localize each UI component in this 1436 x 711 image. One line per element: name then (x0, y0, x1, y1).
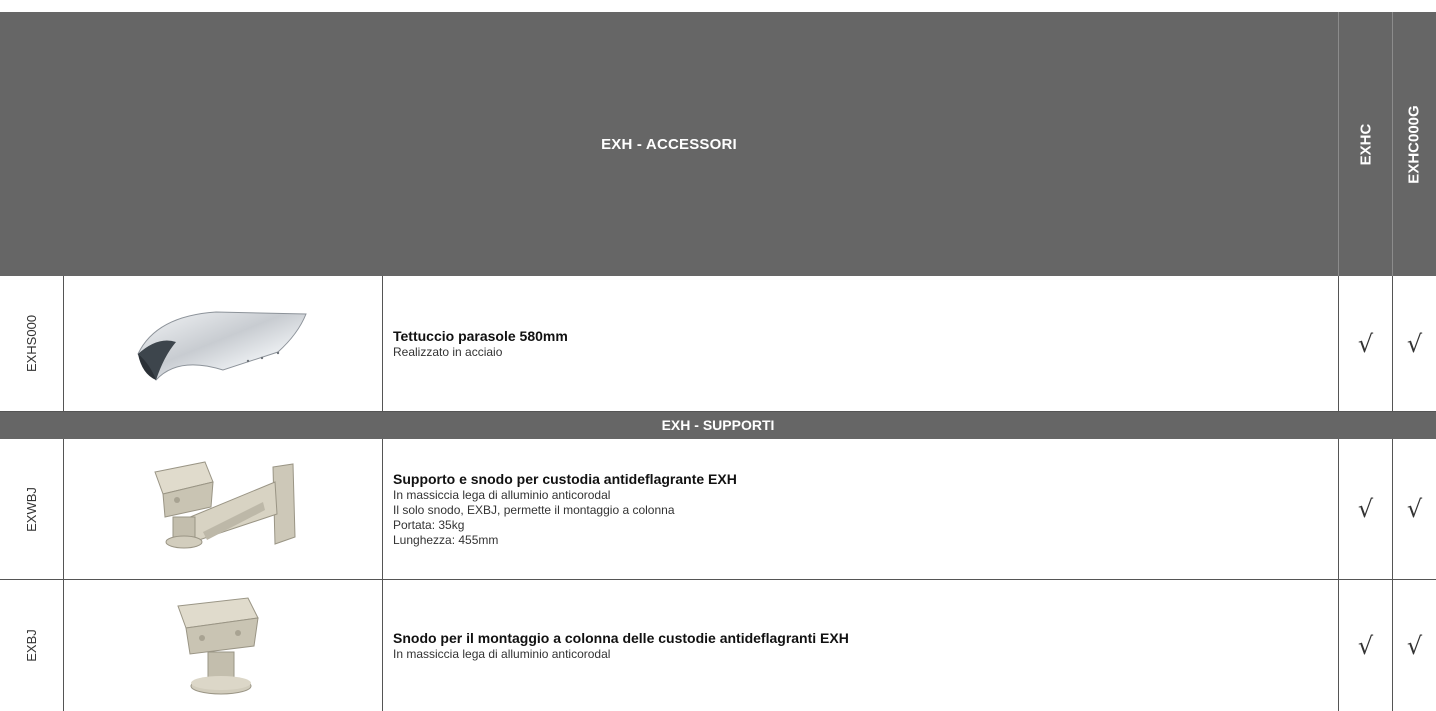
column-header-exhc000g-label: EXHC000G (1406, 104, 1423, 184)
product-detail-line: Realizzato in acciaio (393, 344, 503, 359)
table-row: EXBJ Snodo per il montaggio a colonna de… (0, 580, 1436, 711)
product-detail-line: Il solo snodo, EXBJ, permette il montagg… (393, 502, 675, 517)
check-exhc000g: √ (1406, 495, 1423, 523)
column-divider (1392, 276, 1393, 411)
product-detail-line: In massiccia lega di alluminio anticorod… (393, 487, 611, 502)
sunshield-image (137, 310, 307, 381)
pole-joint-image (177, 597, 259, 695)
row-divider (0, 411, 1436, 412)
row-divider (0, 579, 1436, 580)
column-divider (382, 439, 383, 711)
product-image-cell (64, 580, 382, 711)
product-image-cell (64, 276, 382, 411)
table-header: EXH - ACCESSORI EXHC EXHC000G (0, 12, 1436, 276)
check-exhc000g: √ (1406, 631, 1423, 660)
column-divider (1392, 439, 1393, 711)
product-description: Snodo per il montaggio a colonna delle c… (393, 580, 1333, 711)
accessories-table: EXH - ACCESSORI EXHC EXHC000G EXHS000 Te… (0, 0, 1436, 711)
product-description: Tettuccio parasole 580mm Realizzato in a… (393, 276, 1333, 411)
check-exhc: √ (1357, 495, 1374, 523)
check-exhc: √ (1357, 631, 1374, 660)
column-header-exhc-label: EXHC (1357, 123, 1374, 165)
product-title: Supporto e snodo per custodia antideflag… (393, 470, 737, 487)
product-code: EXBJ (23, 629, 39, 662)
wall-bracket-image (154, 460, 296, 548)
check-exhc: √ (1357, 329, 1374, 358)
column-divider (1338, 276, 1339, 411)
table-row: EXWBJ Supporto e snodo per custodia anti… (0, 439, 1436, 579)
column-header-exhc: EXHC (1339, 12, 1392, 276)
product-detail-line: Lunghezza: 455mm (393, 532, 499, 547)
check-exhc000g: √ (1406, 329, 1423, 358)
product-description: Supporto e snodo per custodia antideflag… (393, 439, 1333, 579)
table-row: EXHS000 Tettuccio parasole 580mm Realizz… (0, 276, 1436, 411)
product-detail-line: In massiccia lega di alluminio anticorod… (393, 646, 611, 661)
column-header-exhc000g: EXHC000G (1393, 12, 1436, 276)
column-divider (1338, 439, 1339, 711)
product-code: EXWBJ (23, 486, 39, 532)
product-title: Snodo per il montaggio a colonna delle c… (393, 629, 849, 646)
product-detail-line: Portata: 35kg (393, 517, 465, 532)
header-title: EXH - ACCESSORI (601, 135, 737, 153)
column-divider (63, 439, 64, 711)
section-header: EXH - SUPPORTI (0, 411, 1436, 439)
product-image-cell (64, 439, 382, 579)
column-divider (382, 276, 383, 411)
product-code: EXHS000 (24, 314, 39, 373)
product-title: Tettuccio parasole 580mm (393, 327, 568, 344)
column-divider (63, 276, 64, 411)
